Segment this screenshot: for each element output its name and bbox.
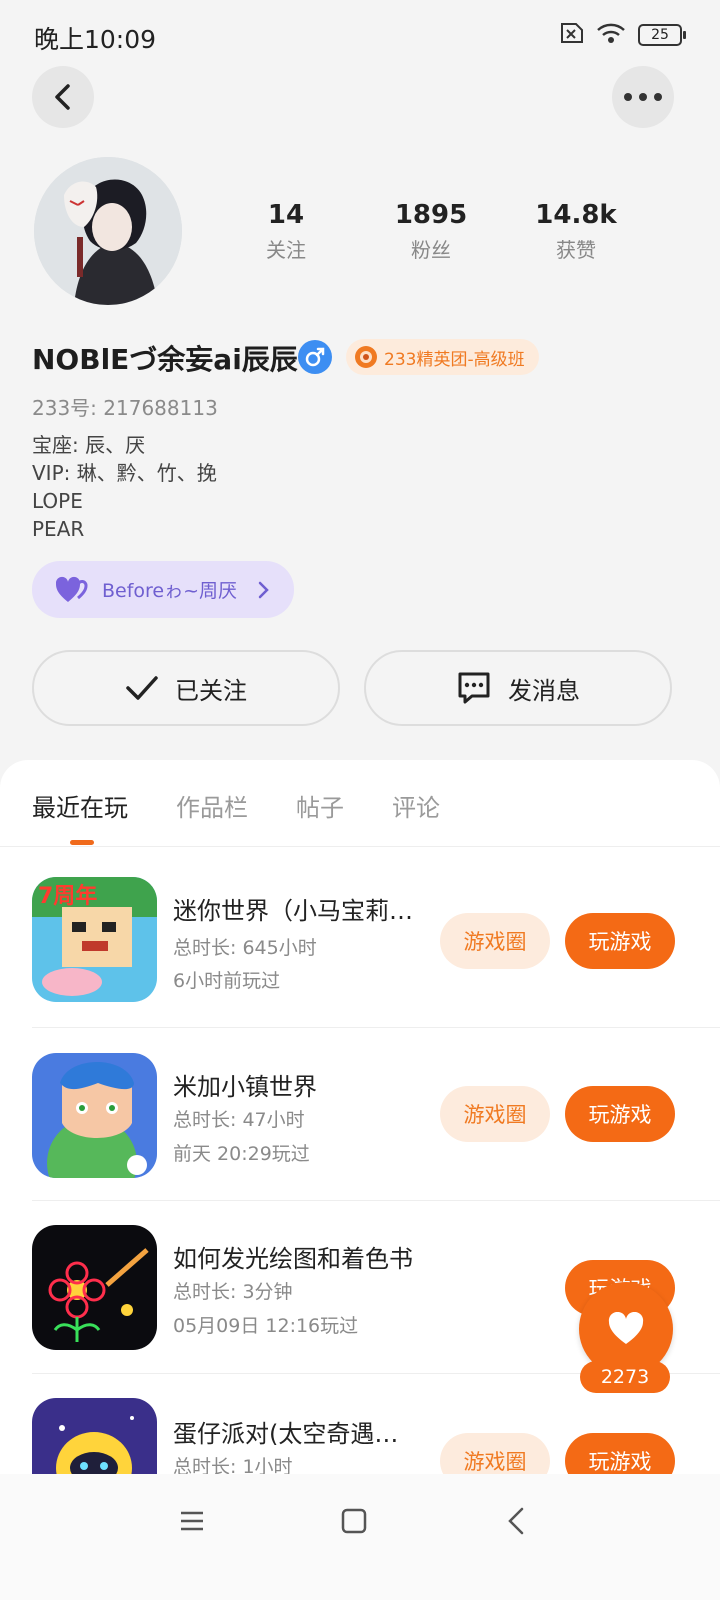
hearts-icon	[56, 576, 88, 602]
tab-comments[interactable]: 评论	[392, 788, 440, 823]
tab-posts[interactable]: 帖子	[296, 788, 344, 823]
divider	[32, 1027, 720, 1028]
game-duration: 总时长: 47小时	[173, 1109, 305, 1131]
bio-line: 宝座: 辰、厌	[32, 433, 146, 457]
game-title: 米加小镇世界	[173, 1073, 317, 1101]
game-circle-button[interactable]: 游戏圈	[440, 913, 550, 969]
game-duration: 总时长: 3分钟	[173, 1281, 293, 1303]
tab-bar: 最近在玩 作品栏 帖子 评论	[32, 788, 440, 823]
avatar[interactable]	[34, 157, 182, 305]
male-icon	[298, 340, 332, 374]
relation-pill[interactable]: Beforeゎ~周厌	[32, 561, 294, 618]
tab-indicator	[70, 840, 94, 845]
bio-line: LOPE	[32, 489, 83, 513]
eggy-party-icon	[32, 1398, 157, 1474]
relation-pill-label: Beforeゎ~周厌	[102, 580, 238, 602]
glow-draw-icon	[32, 1225, 157, 1350]
back-button[interactable]	[32, 66, 94, 128]
status-time: 晚上10:09	[34, 25, 157, 54]
stat-value: 14.8k	[535, 200, 617, 230]
like-count: 2273	[580, 1361, 670, 1393]
stat-label: 获赞	[556, 238, 596, 262]
game-duration: 总时长: 1小时	[173, 1456, 293, 1474]
profile-name: NOBlEづ余妄ai辰辰	[32, 343, 298, 376]
play-game-button[interactable]: 玩游戏	[565, 913, 675, 969]
stat-following[interactable]: 14 关注	[226, 200, 346, 263]
group-badge-label: 233精英团-高级班	[384, 349, 525, 370]
bio-line: VIP: 琳、黔、竹、挽	[32, 461, 217, 485]
svg-text:7周年: 7周年	[38, 883, 97, 909]
group-badge[interactable]: 233精英团-高级班	[346, 339, 539, 375]
game-circle-button[interactable]: 游戏圈	[440, 1086, 550, 1142]
bio-line: PEAR	[32, 517, 85, 541]
list-item[interactable]: 7周年 迷你世界（小马宝莉… 总时长: 645小时 6小时前玩过 游戏圈 玩游戏	[32, 877, 688, 1017]
wifi-icon	[596, 22, 626, 48]
game-last-played: 前天 20:29玩过	[173, 1143, 310, 1165]
game-title: 如何发光绘图和着色书	[173, 1245, 413, 1273]
stat-label: 关注	[266, 238, 306, 262]
divider	[32, 1200, 720, 1201]
status-icons: 25	[556, 22, 686, 48]
game-title: 迷你世界（小马宝莉…	[173, 897, 413, 925]
chat-icon	[458, 672, 490, 704]
stat-label: 粉丝	[411, 238, 451, 262]
emblem-icon	[355, 346, 377, 368]
game-last-played: 05月09日 12:16玩过	[173, 1315, 359, 1337]
miga-town-icon	[32, 1053, 157, 1178]
mini-world-icon: 7周年	[32, 877, 157, 1002]
bio: 宝座: 辰、厌 VIP: 琳、黔、竹、挽 LOPE PEAR	[32, 431, 217, 543]
game-duration: 总时长: 645小时	[173, 937, 317, 959]
message-label: 发消息	[508, 676, 580, 705]
tab-works[interactable]: 作品栏	[176, 788, 248, 823]
play-game-button[interactable]: 玩游戏	[565, 1433, 675, 1474]
list-item[interactable]: 蛋仔派对(太空奇遇… 总时长: 1小时 游戏圈 玩游戏	[32, 1398, 688, 1474]
follow-label: 已关注	[175, 676, 247, 705]
stat-followers[interactable]: 1895 粉丝	[371, 200, 491, 263]
play-game-button[interactable]: 玩游戏	[565, 1086, 675, 1142]
home-icon[interactable]	[338, 1505, 370, 1537]
stat-value: 14	[267, 200, 305, 230]
heart-icon	[608, 1312, 644, 1344]
stat-likes[interactable]: 14.8k 获赞	[516, 200, 636, 263]
game-last-played: 6小时前玩过	[173, 970, 281, 992]
more-button[interactable]	[612, 66, 674, 128]
message-button[interactable]: 发消息	[364, 650, 672, 726]
chevron-right-icon	[258, 581, 269, 598]
follow-button[interactable]: 已关注	[32, 650, 340, 726]
menu-icon[interactable]	[176, 1505, 208, 1537]
divider	[0, 846, 720, 847]
no-sim-icon	[556, 22, 584, 48]
game-title: 蛋仔派对(太空奇遇…	[173, 1420, 399, 1448]
stat-value: 1895	[394, 200, 468, 230]
battery-icon: 25	[638, 24, 686, 46]
more-dots-icon	[624, 93, 662, 101]
list-item[interactable]: 米加小镇世界 总时长: 47小时 前天 20:29玩过 游戏圈 玩游戏	[32, 1053, 688, 1193]
check-icon	[126, 676, 158, 700]
tab-recent[interactable]: 最近在玩	[32, 788, 128, 823]
chevron-left-icon	[55, 84, 70, 110]
game-circle-button[interactable]: 游戏圈	[440, 1433, 550, 1474]
back-nav-icon[interactable]	[502, 1505, 534, 1537]
user-id: 233号: 217688113	[32, 396, 218, 420]
